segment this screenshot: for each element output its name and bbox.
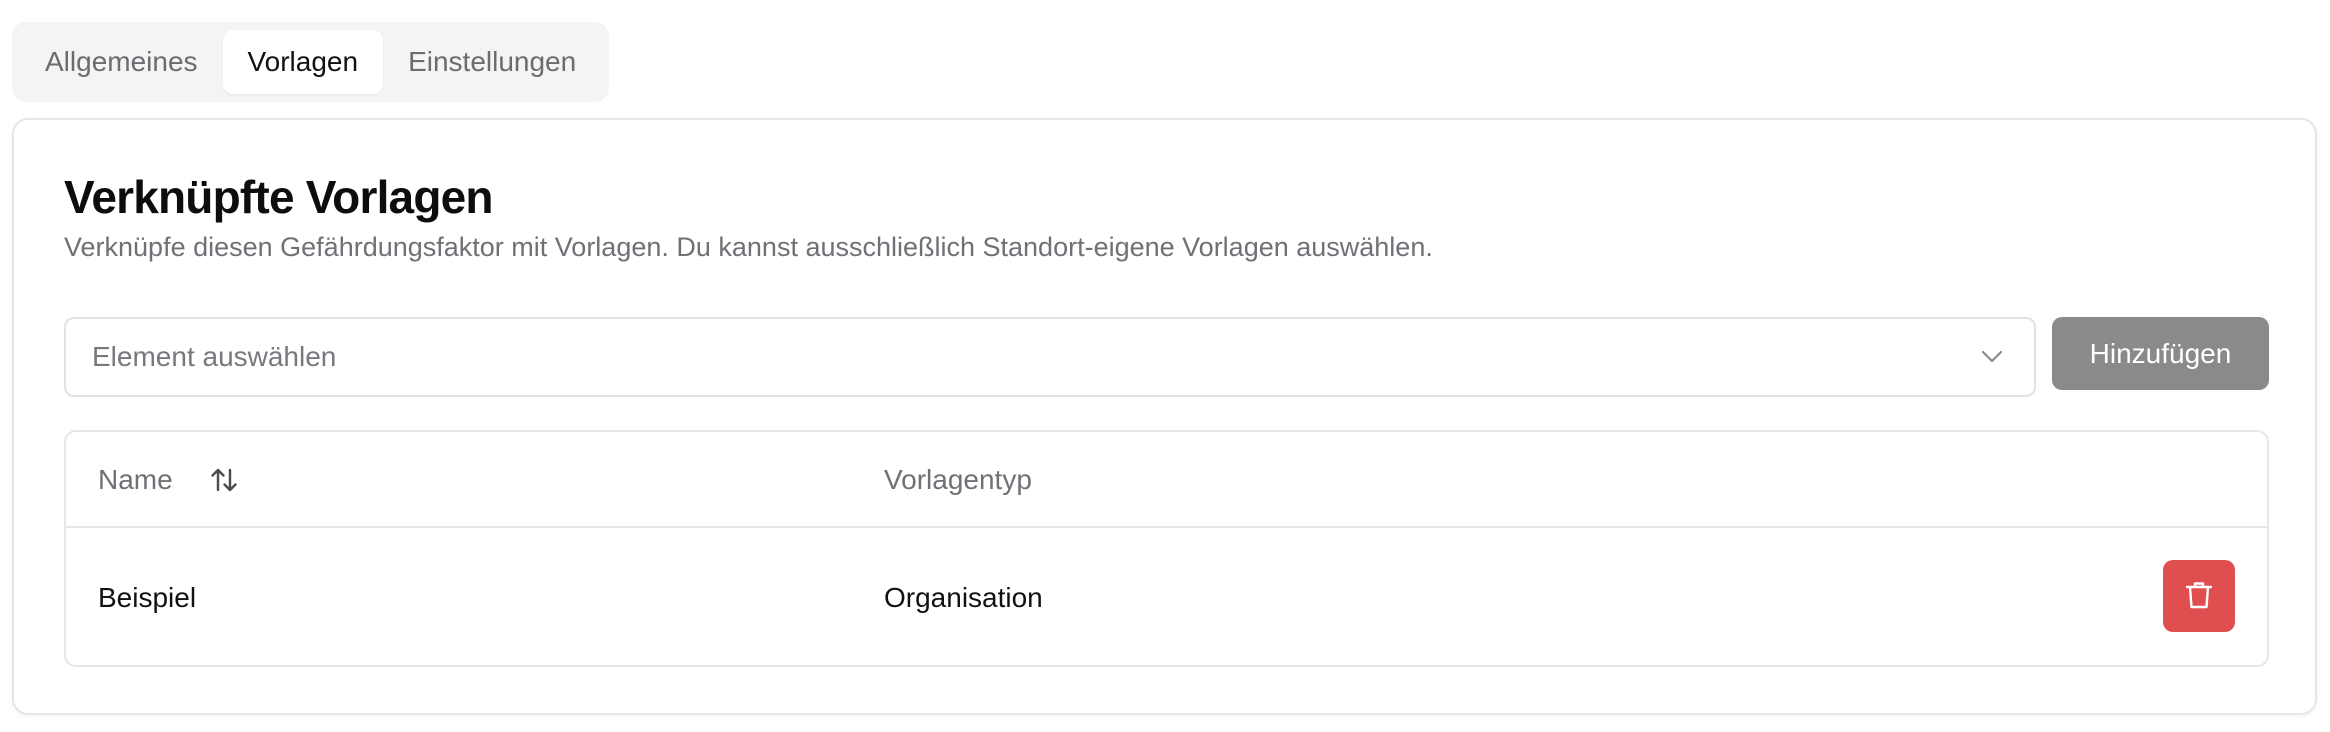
trash-icon (2184, 579, 2214, 614)
column-header-name-label: Name (98, 464, 173, 495)
tab-allgemeines[interactable]: Allgemeines (20, 30, 223, 94)
cell-vorlagentyp: Organisation (884, 581, 1043, 613)
element-select[interactable]: Element auswählen (64, 317, 2036, 397)
delete-button[interactable] (2163, 560, 2235, 632)
sort-arrows-icon[interactable] (209, 465, 239, 495)
tab-bar: Allgemeines Vorlagen Einstellungen (12, 22, 610, 102)
card-description: Verknüpfe diesen Gefährdungsfaktor mit V… (64, 232, 1433, 262)
table-header: Name Vorlagentyp (66, 432, 2267, 528)
card-title: Verknüpfte Vorlagen (64, 171, 494, 223)
element-select-placeholder: Element auswählen (92, 341, 337, 372)
linked-templates-card: Verknüpfte Vorlagen Verknüpfe diesen Gef… (12, 118, 2317, 715)
chevron-down-icon (1980, 345, 2004, 369)
cell-name: Beispiel (98, 581, 197, 613)
column-header-name: Name (98, 432, 239, 528)
tab-vorlagen[interactable]: Vorlagen (222, 30, 384, 94)
column-header-vorlagentyp: Vorlagentyp (884, 464, 1032, 495)
add-button[interactable]: Hinzufügen (2052, 317, 2269, 390)
tab-einstellungen[interactable]: Einstellungen (383, 30, 601, 94)
templates-table: Name Vorlagentyp Beispiel Organisation (64, 430, 2269, 667)
table-row: Beispiel Organisation (66, 528, 2267, 665)
